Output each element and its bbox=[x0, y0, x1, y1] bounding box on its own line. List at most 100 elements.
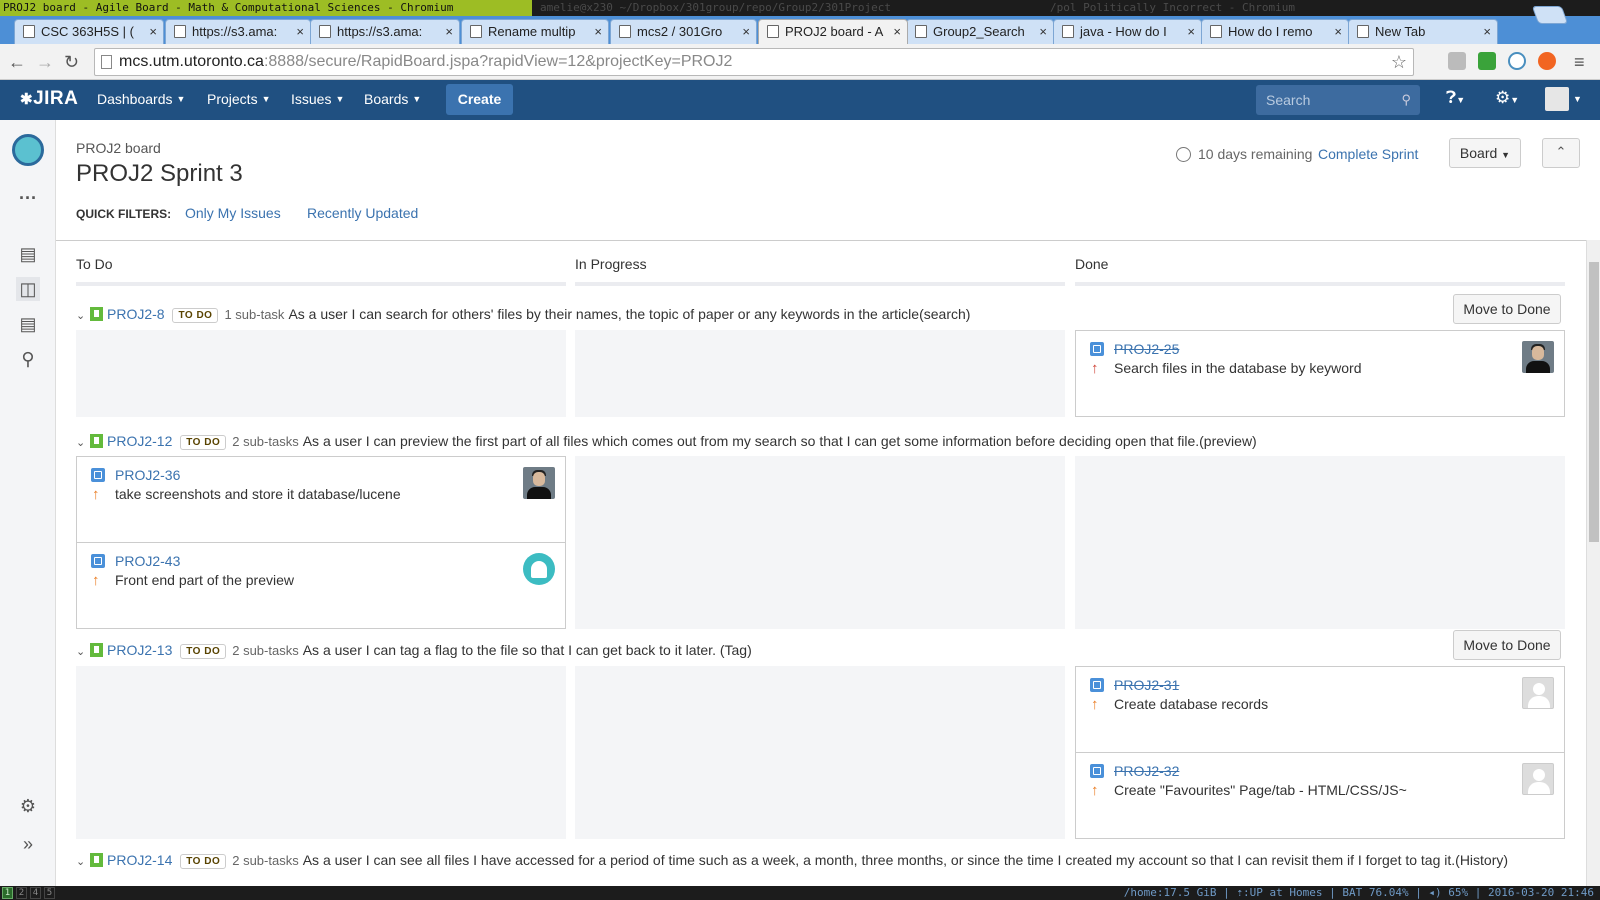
nav-dashboards[interactable]: Dashboards ▼ bbox=[97, 91, 185, 107]
user-avatar[interactable] bbox=[1545, 87, 1569, 111]
tab-close-icon[interactable]: × bbox=[1483, 20, 1491, 43]
back-icon[interactable]: ← bbox=[8, 50, 26, 74]
tab-close-icon[interactable]: × bbox=[445, 20, 453, 43]
issue-key[interactable]: PROJ2-14 bbox=[107, 852, 172, 868]
board-scrollbar[interactable] bbox=[1586, 240, 1600, 886]
board-main: PROJ2 board PROJ2 Sprint 3 10 days remai… bbox=[56, 120, 1600, 886]
issue-key[interactable]: PROJ2-12 bbox=[107, 433, 172, 449]
card-key[interactable]: PROJ2-32 bbox=[1114, 763, 1179, 779]
issue-key[interactable]: PROJ2-8 bbox=[107, 306, 165, 322]
browser-tab[interactable]: Rename multip × bbox=[461, 19, 609, 44]
quick-filter-recently-updated[interactable]: Recently Updated bbox=[307, 205, 418, 221]
tab-close-icon[interactable]: × bbox=[742, 20, 750, 43]
search-input[interactable]: Search ⚲ bbox=[1256, 85, 1420, 115]
browser-tab[interactable]: PROJ2 board - A × bbox=[758, 19, 908, 44]
tab-close-icon[interactable]: × bbox=[296, 20, 304, 43]
extension-icon[interactable] bbox=[1448, 52, 1466, 70]
issue-card[interactable]: PROJ2-32 ↑ Create "Favourites" Page/tab … bbox=[1075, 752, 1565, 839]
scrollbar-thumb[interactable] bbox=[1589, 262, 1599, 542]
workspace-5[interactable]: 5 bbox=[44, 887, 55, 899]
card-key[interactable]: PROJ2-25 bbox=[1114, 341, 1179, 357]
chevron-down-icon[interactable]: ⌄ bbox=[76, 309, 86, 322]
jira-logo[interactable]: ✱JIRA bbox=[20, 88, 78, 110]
assignee-avatar[interactable] bbox=[1522, 677, 1554, 709]
backlog-icon[interactable]: ▤ bbox=[16, 242, 40, 266]
check-extension-icon[interactable] bbox=[1478, 52, 1496, 70]
issue-card[interactable]: PROJ2-43 ↑ Front end part of the preview bbox=[76, 542, 566, 629]
chevron-down-icon[interactable]: ⌄ bbox=[76, 436, 86, 449]
workspace-1[interactable]: 1 bbox=[2, 887, 13, 899]
tab-close-icon[interactable]: × bbox=[594, 20, 602, 43]
browser-tab[interactable]: How do I remo × bbox=[1201, 19, 1349, 44]
card-key[interactable]: PROJ2-31 bbox=[1114, 677, 1179, 693]
issue-card[interactable]: PROJ2-25 ↑ Search files in the database … bbox=[1075, 330, 1565, 417]
browser-tab[interactable]: Group2_Search × bbox=[906, 19, 1054, 44]
active-sprints-icon[interactable]: ◫ bbox=[16, 277, 40, 301]
move-to-done-button[interactable]: Move to Done bbox=[1453, 630, 1561, 660]
browser-tab[interactable]: mcs2 / 301Gro × bbox=[610, 19, 757, 44]
gear-icon[interactable]: ⚙▼ bbox=[1495, 88, 1519, 108]
workspace-2[interactable]: 2 bbox=[16, 887, 27, 899]
move-to-done-button[interactable]: Move to Done bbox=[1453, 294, 1561, 324]
expand-sidebar-icon[interactable]: » bbox=[16, 832, 40, 856]
complete-sprint-link[interactable]: Complete Sprint bbox=[1318, 146, 1418, 162]
nav-boards[interactable]: Boards ▼ bbox=[364, 91, 421, 107]
issue-card[interactable]: PROJ2-36 ↑ take screenshots and store it… bbox=[76, 456, 566, 543]
card-key[interactable]: PROJ2-43 bbox=[115, 553, 180, 569]
breadcrumb[interactable]: PROJ2 board bbox=[76, 140, 161, 156]
chevron-down-icon[interactable]: ⌄ bbox=[76, 645, 86, 658]
issue-key[interactable]: PROJ2-13 bbox=[107, 642, 172, 658]
reports-icon[interactable]: ▤ bbox=[16, 312, 40, 336]
assignee-avatar[interactable] bbox=[523, 467, 555, 499]
issues-search-icon[interactable]: ⚲ bbox=[16, 347, 40, 371]
assignee-avatar[interactable] bbox=[1522, 341, 1554, 373]
browser-tab[interactable]: New Tab × bbox=[1348, 19, 1498, 44]
browser-tab[interactable]: https://s3.ama: × bbox=[165, 19, 311, 44]
board-button[interactable]: Board ▼ bbox=[1449, 138, 1521, 168]
chevron-down-icon[interactable]: ⌄ bbox=[76, 855, 86, 868]
address-bar[interactable]: mcs.utm.utoronto.ca:8888/secure/RapidBoa… bbox=[94, 48, 1414, 76]
reload-icon[interactable]: ↻ bbox=[64, 50, 79, 74]
tab-close-icon[interactable]: × bbox=[1334, 20, 1342, 43]
priority-medium-icon: ↑ bbox=[1091, 696, 1099, 713]
forward-icon[interactable]: → bbox=[36, 50, 54, 74]
swimlane-header[interactable]: ⌄ PROJ2-13 TO DO 2 sub-tasks As a user I ca… bbox=[76, 642, 752, 659]
settings-gear-icon[interactable]: ⚙ bbox=[16, 794, 40, 818]
priority-medium-icon: ↑ bbox=[92, 486, 100, 503]
tab-close-icon[interactable]: × bbox=[893, 20, 901, 43]
nav-issues[interactable]: Issues ▼ bbox=[291, 91, 344, 107]
tab-label: PROJ2 board - A bbox=[785, 24, 884, 39]
tab-close-icon[interactable]: × bbox=[149, 20, 157, 43]
new-tab-button[interactable] bbox=[1531, 6, 1569, 24]
network-extension-icon[interactable] bbox=[1508, 52, 1526, 70]
workspace-4[interactable]: 4 bbox=[30, 887, 41, 899]
favicon-icon bbox=[767, 25, 779, 38]
help-icon[interactable]: ❓︎▼ bbox=[1446, 88, 1465, 108]
more-icon[interactable]: ··· bbox=[16, 186, 40, 210]
todo-cell: PROJ2-36 ↑ take screenshots and store it… bbox=[76, 456, 566, 629]
caret-down-icon[interactable]: ▼ bbox=[1573, 94, 1582, 104]
browser-tab[interactable]: java - How do I × bbox=[1053, 19, 1202, 44]
tab-close-icon[interactable]: × bbox=[1039, 20, 1047, 43]
nav-projects[interactable]: Projects ▼ bbox=[207, 91, 271, 107]
story-icon bbox=[90, 853, 103, 867]
quick-filter-my-issues[interactable]: Only My Issues bbox=[185, 205, 281, 221]
collapse-header-button[interactable]: ⌃ bbox=[1542, 138, 1580, 168]
swimlane-header[interactable]: ⌄ PROJ2-14 TO DO 2 sub-tasks As a user I ca… bbox=[76, 852, 1508, 869]
swimlane-header[interactable]: ⌄ PROJ2-8 TO DO 1 sub-task As a user I can … bbox=[76, 306, 970, 323]
card-key[interactable]: PROJ2-36 bbox=[115, 467, 180, 483]
story-icon bbox=[90, 434, 103, 448]
postman-extension-icon[interactable] bbox=[1538, 52, 1556, 70]
swimlane-header[interactable]: ⌄ PROJ2-12 TO DO 2 sub-tasks As a user I ca… bbox=[76, 433, 1257, 450]
star-icon[interactable]: ☆ bbox=[1391, 49, 1407, 75]
project-avatar[interactable] bbox=[12, 134, 44, 166]
assignee-avatar[interactable] bbox=[1522, 763, 1554, 795]
assignee-avatar[interactable] bbox=[523, 553, 555, 585]
browser-tab[interactable]: CSC 363H5S | (× bbox=[14, 19, 164, 44]
create-button[interactable]: Create bbox=[446, 84, 513, 115]
tab-close-icon[interactable]: × bbox=[1187, 20, 1195, 43]
favicon-icon bbox=[1210, 25, 1222, 38]
browser-tab[interactable]: https://s3.ama: × bbox=[310, 19, 460, 44]
menu-icon[interactable]: ≡ bbox=[1574, 50, 1585, 74]
issue-card[interactable]: PROJ2-31 ↑ Create database records bbox=[1075, 666, 1565, 753]
